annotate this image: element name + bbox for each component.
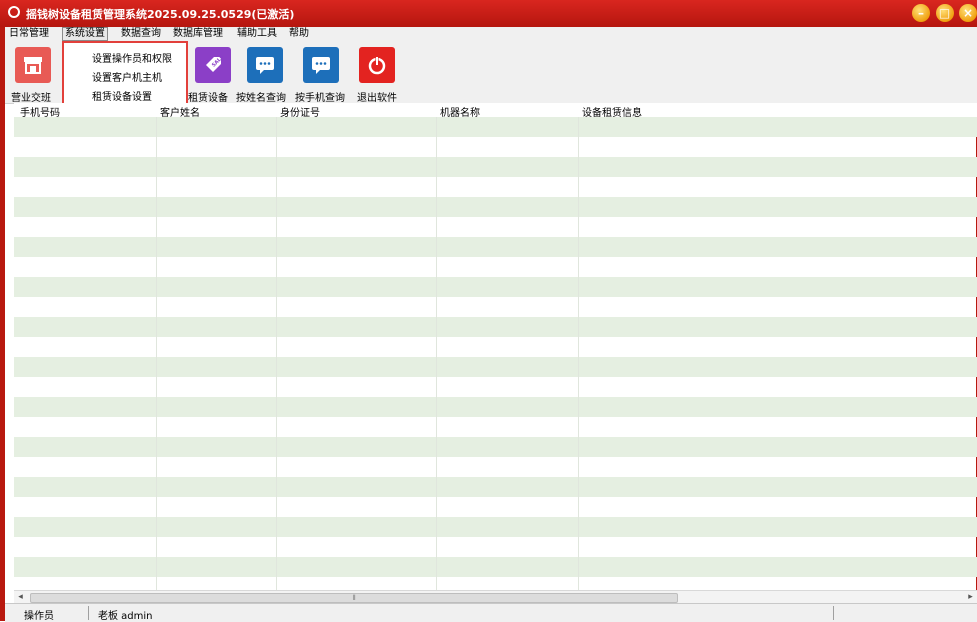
table-row[interactable] xyxy=(14,217,977,237)
table-row[interactable] xyxy=(14,137,977,157)
rental-data-grid[interactable]: 手机号码 客户姓名 身份证号 机器名称 设备租赁信息 xyxy=(14,103,977,590)
chat-bubble-icon[interactable] xyxy=(247,47,283,83)
menu-tools[interactable]: 辅助工具 xyxy=(237,28,277,40)
menu-help[interactable]: 帮助 xyxy=(289,28,309,40)
toolbar-exit-label[interactable]: 退出软件 xyxy=(357,89,397,104)
toolbar-shift-handover-label[interactable]: 营业交班 xyxy=(11,89,51,104)
table-row[interactable] xyxy=(14,157,977,177)
column-divider xyxy=(276,117,277,590)
horizontal-scrollbar[interactable]: ◂ ⦀ ▸ xyxy=(14,590,977,604)
status-divider xyxy=(833,606,834,620)
table-row[interactable] xyxy=(14,117,977,137)
table-row[interactable] xyxy=(14,497,977,517)
table-row[interactable] xyxy=(14,537,977,557)
table-row[interactable] xyxy=(14,477,977,497)
table-row[interactable] xyxy=(14,557,977,577)
menu-bar: 日常管理 系统设置 数据查询 数据库管理 辅助工具 帮助 xyxy=(5,27,977,41)
menu-item-rental-device-settings[interactable]: 租赁设备设置 xyxy=(92,88,152,103)
status-operator-value: 老板 admin xyxy=(98,611,153,622)
status-bar: 操作员 老板 admin xyxy=(5,603,977,622)
maximize-icon[interactable]: □ xyxy=(935,4,954,22)
table-row[interactable] xyxy=(14,357,977,377)
shop-icon[interactable] xyxy=(15,47,51,83)
table-row[interactable] xyxy=(14,177,977,197)
menu-database-management[interactable]: 数据库管理 xyxy=(173,28,223,40)
column-divider xyxy=(156,117,157,590)
menu-system-settings[interactable]: 系统设置 xyxy=(62,27,108,41)
table-row[interactable] xyxy=(14,457,977,477)
status-operator-label: 操作员 xyxy=(24,611,54,622)
table-row[interactable] xyxy=(14,197,977,217)
status-divider xyxy=(88,606,89,620)
table-row[interactable] xyxy=(14,377,977,397)
system-settings-dropdown: 设置操作员和权限 设置客户机主机 租赁设备设置 xyxy=(62,41,188,110)
scrollbar-thumb[interactable]: ⦀ xyxy=(30,593,678,603)
toolbar-query-by-phone-label[interactable]: 按手机查询 xyxy=(295,89,345,104)
table-row[interactable] xyxy=(14,257,977,277)
power-icon[interactable] xyxy=(359,47,395,83)
column-divider xyxy=(436,117,437,590)
menu-daily-management[interactable]: 日常管理 xyxy=(9,28,49,40)
table-row[interactable] xyxy=(14,437,977,457)
close-icon[interactable]: × xyxy=(959,4,977,22)
table-row[interactable] xyxy=(14,577,977,590)
toolbar-query-by-name-label[interactable]: 按姓名查询 xyxy=(236,89,286,104)
menu-item-operator-permissions[interactable]: 设置操作员和权限 xyxy=(92,50,172,65)
table-row[interactable] xyxy=(14,297,977,317)
window-title: 摇钱树设备租赁管理系统2025.09.25.0529(已激活) xyxy=(26,8,295,21)
window-controls: – □ × xyxy=(910,4,977,24)
app-logo-icon xyxy=(8,6,20,18)
menu-item-client-host[interactable]: 设置客户机主机 xyxy=(92,69,162,84)
table-row[interactable] xyxy=(14,397,977,417)
sale-tag-icon[interactable]: SALE xyxy=(195,47,231,83)
table-row[interactable] xyxy=(14,417,977,437)
title-bar: 摇钱树设备租赁管理系统2025.09.25.0529(已激活) – □ × xyxy=(0,0,977,27)
table-row[interactable] xyxy=(14,517,977,537)
table-row[interactable] xyxy=(14,277,977,297)
column-divider xyxy=(578,117,579,590)
table-row[interactable] xyxy=(14,317,977,337)
chat-bubble-icon[interactable] xyxy=(303,47,339,83)
grid-header: 手机号码 客户姓名 身份证号 机器名称 设备租赁信息 xyxy=(14,103,977,119)
table-row[interactable] xyxy=(14,237,977,257)
minimize-icon[interactable]: – xyxy=(912,4,930,22)
table-row[interactable] xyxy=(14,337,977,357)
menu-data-query[interactable]: 数据查询 xyxy=(121,28,161,40)
toolbar-rent-device-label[interactable]: 租赁设备 xyxy=(188,89,228,104)
window-frame-left xyxy=(0,27,5,621)
